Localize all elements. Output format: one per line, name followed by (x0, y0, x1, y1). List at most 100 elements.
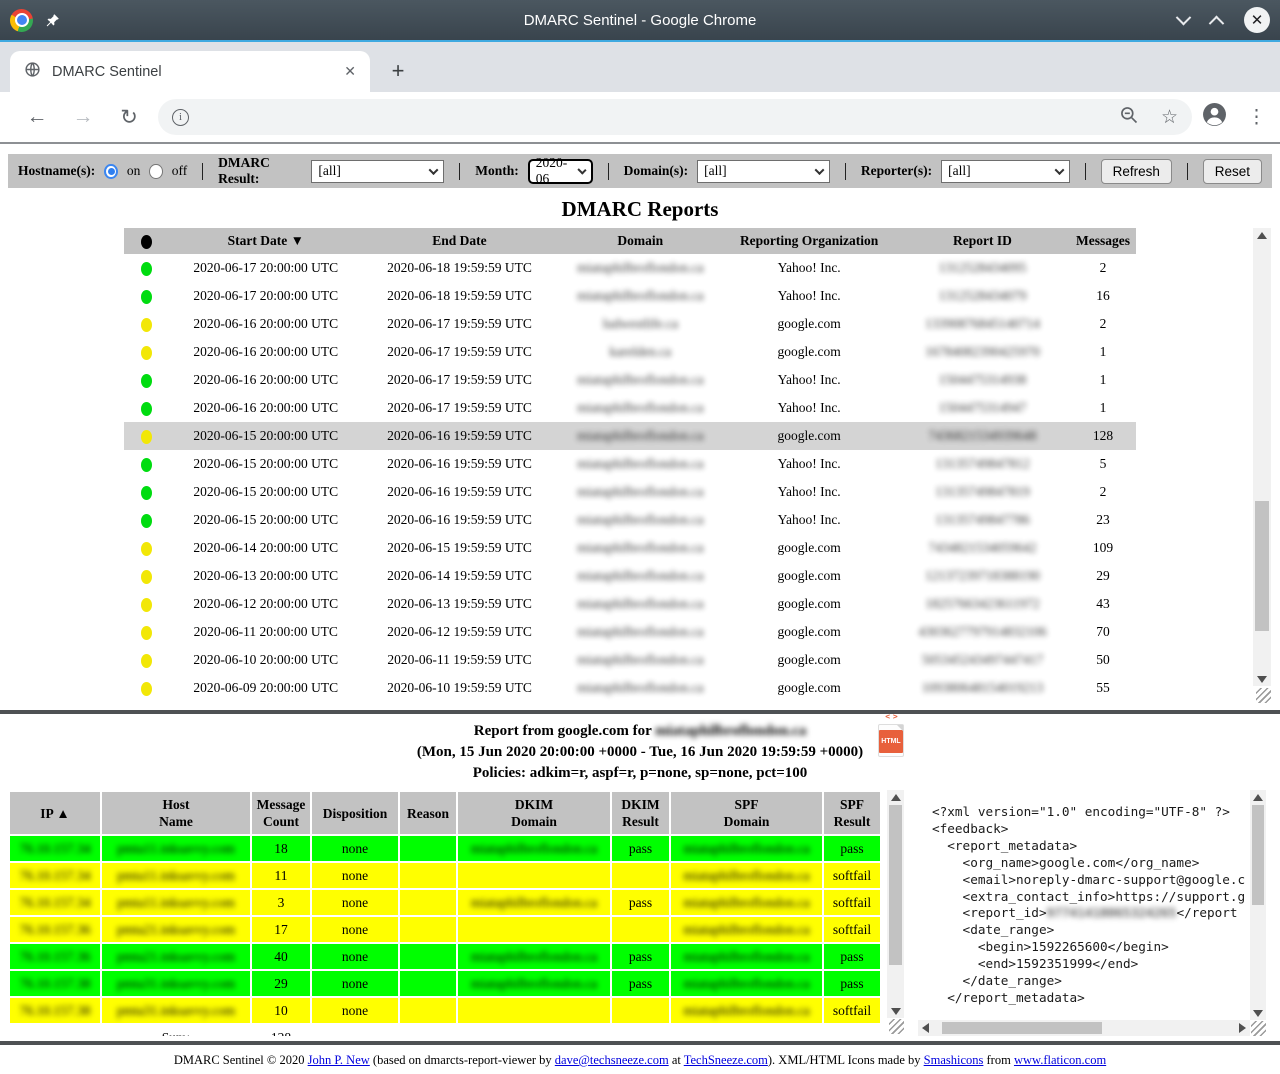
xml-view[interactable]: <?xml version="1.0" encoding="UTF-8" ?><… (918, 790, 1266, 1036)
column-host-name[interactable]: HostName (102, 792, 250, 834)
report-policies: Policies: adkim=r, aspf=r, p=none, sp=no… (0, 763, 1280, 784)
column-domain[interactable]: Domain (557, 228, 723, 254)
scroll-up-icon[interactable] (1257, 232, 1267, 239)
report-detail-header: Report from google.com for miataphilbrof… (0, 714, 1280, 788)
status-dot (141, 682, 152, 696)
column-status[interactable] (124, 228, 170, 254)
status-dot (141, 626, 152, 640)
report-row[interactable]: 2020-06-10 20:00:00 UTC2020-06-11 19:59:… (124, 646, 1136, 674)
page-title: DMARC Reports (0, 197, 1280, 222)
xml-vertical-scrollbar[interactable] (1250, 790, 1266, 1020)
footer-link-email[interactable]: dave@techsneeze.com (555, 1053, 669, 1067)
scroll-down-icon[interactable] (1257, 676, 1267, 683)
maximize-icon[interactable] (1209, 15, 1225, 31)
scroll-right-icon[interactable] (1239, 1023, 1246, 1033)
detail-header-row: IP ▲ HostName MessageCount Disposition R… (10, 792, 880, 834)
reporters-select[interactable]: [all] (941, 160, 1070, 183)
dmarc-result-select[interactable]: [all] (311, 160, 444, 183)
hostnames-off-radio[interactable] (149, 164, 162, 179)
status-dot (141, 570, 152, 584)
column-dkim-result[interactable]: DKIMResult (612, 792, 669, 834)
browser-tab[interactable]: DMARC Sentinel ✕ (10, 51, 370, 92)
scrollbar-thumb[interactable] (1255, 501, 1269, 631)
zoom-out-icon[interactable] (1119, 105, 1139, 130)
domains-label: Domain(s): (624, 163, 689, 179)
minimize-icon[interactable] (1176, 9, 1192, 25)
report-row[interactable]: 2020-06-16 20:00:00 UTC2020-06-17 19:59:… (124, 310, 1136, 338)
status-dot (141, 542, 152, 556)
scrollbar-thumb[interactable] (942, 1022, 1102, 1034)
month-select[interactable]: 2020-06 (528, 159, 593, 184)
column-report-id[interactable]: Report ID (895, 228, 1070, 254)
column-reason[interactable]: Reason (400, 792, 456, 834)
report-row[interactable]: 2020-06-15 20:00:00 UTC2020-06-16 19:59:… (124, 478, 1136, 506)
chevron-down-icon (577, 165, 586, 174)
report-row[interactable]: 2020-06-09 20:00:00 UTC2020-06-10 19:59:… (124, 674, 1136, 702)
filter-bar: Hostname(s): on off DMARC Result: [all] … (8, 154, 1272, 188)
new-tab-button[interactable]: + (384, 57, 412, 85)
scroll-left-icon[interactable] (922, 1023, 929, 1033)
xml-horizontal-scrollbar[interactable] (918, 1020, 1250, 1036)
report-row[interactable]: 2020-06-16 20:00:00 UTC2020-06-17 19:59:… (124, 394, 1136, 422)
column-disposition[interactable]: Disposition (312, 792, 398, 834)
reports-scrollbar[interactable] (1253, 228, 1271, 686)
resize-grip[interactable] (889, 1019, 904, 1034)
browser-toolbar: ← → ↻ i ☆ ⋮ (0, 92, 1280, 144)
resize-grip[interactable] (1256, 688, 1271, 703)
column-start-date[interactable]: Start Date ▼ (170, 228, 362, 254)
report-row[interactable]: 2020-06-15 20:00:00 UTC2020-06-16 19:59:… (124, 506, 1136, 534)
window-titlebar: DMARC Sentinel - Google Chrome ✕ (0, 0, 1280, 40)
status-dot (141, 346, 152, 360)
footer-link-author[interactable]: John P. New (308, 1053, 370, 1067)
avatar[interactable] (1202, 102, 1227, 132)
report-row[interactable]: 2020-06-16 20:00:00 UTC2020-06-17 19:59:… (124, 338, 1136, 366)
scroll-up-icon[interactable] (891, 794, 901, 801)
report-row[interactable]: 2020-06-11 20:00:00 UTC2020-06-12 19:59:… (124, 618, 1136, 646)
domains-select[interactable]: [all] (697, 160, 830, 183)
column-dkim-domain[interactable]: DKIMDomain (458, 792, 610, 834)
tab-close-icon[interactable]: ✕ (344, 63, 356, 80)
separator (202, 163, 203, 180)
hostnames-on-radio[interactable] (104, 164, 118, 179)
site-info-icon[interactable]: i (172, 109, 189, 126)
report-row[interactable]: 2020-06-17 20:00:00 UTC2020-06-18 19:59:… (124, 254, 1136, 282)
html-download-icon[interactable]: HTML (878, 724, 904, 757)
footer-link-smashicons[interactable]: Smashicons (924, 1053, 984, 1067)
reload-icon[interactable]: ↻ (106, 105, 152, 130)
window-close-icon[interactable]: ✕ (1244, 7, 1270, 33)
back-icon[interactable]: ← (14, 105, 60, 129)
footer-link-techsneeze[interactable]: TechSneeze.com (684, 1053, 768, 1067)
scroll-up-icon[interactable] (1253, 794, 1263, 801)
column-messages[interactable]: Messages (1070, 228, 1136, 254)
column-end-date[interactable]: End Date (362, 228, 558, 254)
scrollbar-thumb[interactable] (1252, 805, 1264, 905)
report-row[interactable]: 2020-06-14 20:00:00 UTC2020-06-15 19:59:… (124, 534, 1136, 562)
refresh-button[interactable]: Refresh (1101, 159, 1172, 184)
column-spf-domain[interactable]: SPFDomain (671, 792, 822, 834)
column-org[interactable]: Reporting Organization (723, 228, 895, 254)
scrollbar-thumb[interactable] (889, 805, 902, 965)
report-row[interactable]: 2020-06-17 20:00:00 UTC2020-06-18 19:59:… (124, 282, 1136, 310)
report-row-selected[interactable]: 2020-06-15 20:00:00 UTC2020-06-16 19:59:… (124, 422, 1136, 450)
report-row[interactable]: 2020-06-15 20:00:00 UTC2020-06-16 19:59:… (124, 450, 1136, 478)
report-row[interactable]: 2020-06-12 20:00:00 UTC2020-06-13 19:59:… (124, 590, 1136, 618)
footer-link-flaticon[interactable]: www.flaticon.com (1014, 1053, 1106, 1067)
scroll-down-icon[interactable] (891, 1008, 901, 1015)
report-row[interactable]: 2020-06-16 20:00:00 UTC2020-06-17 19:59:… (124, 366, 1136, 394)
scroll-down-icon[interactable] (1253, 1010, 1263, 1017)
status-dot-header (141, 235, 152, 249)
column-message-count[interactable]: MessageCount (252, 792, 310, 834)
xml-resize-grip[interactable] (1251, 1021, 1266, 1036)
report-domain-blurred: miataphilbroflondon.ca (655, 723, 806, 739)
browser-menu-icon[interactable]: ⋮ (1247, 106, 1266, 129)
report-detail-body: IP ▲ HostName MessageCount Disposition R… (0, 788, 1280, 1036)
reset-button[interactable]: Reset (1203, 159, 1262, 184)
address-bar[interactable]: i ☆ (158, 99, 1192, 135)
detail-scrollbar[interactable] (887, 790, 904, 1018)
column-spf-result[interactable]: SPFResult (824, 792, 880, 834)
report-row[interactable]: 2020-06-13 20:00:00 UTC2020-06-14 19:59:… (124, 562, 1136, 590)
status-dot (141, 374, 152, 388)
bookmark-star-icon[interactable]: ☆ (1161, 106, 1178, 129)
detail-row: 76.10.157.38pmta31.inksavvy.com29nonemia… (10, 971, 880, 996)
column-ip[interactable]: IP ▲ (10, 792, 100, 834)
